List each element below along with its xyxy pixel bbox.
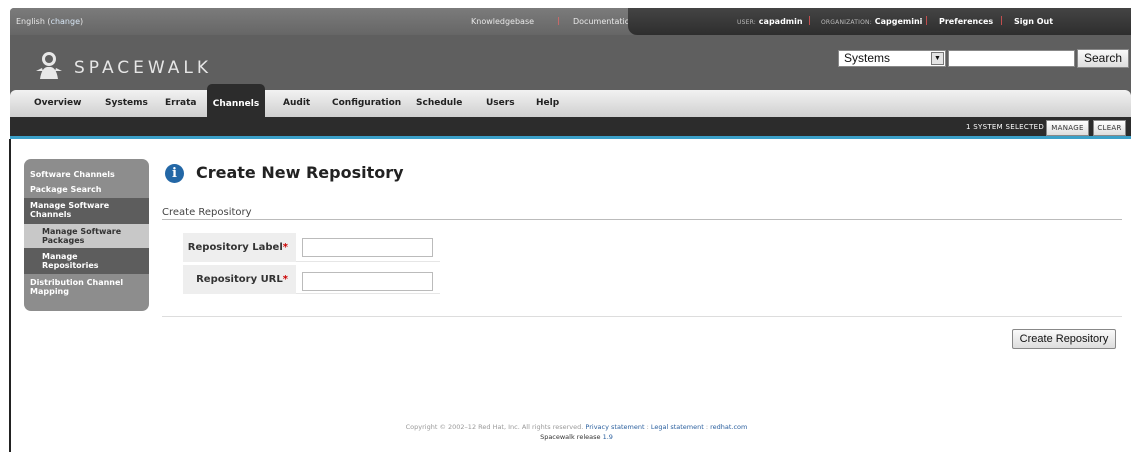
tab-channels[interactable]: Channels [207,84,265,117]
section-title: Create Repository [162,207,252,218]
tab-configuration[interactable]: Configuration [332,90,401,117]
redhat-link[interactable]: redhat.com [710,423,747,431]
repository-label-label: Repository Label* [183,233,296,262]
main-tab-bar: Overview Systems Errata Channels Audit C… [10,84,1131,117]
required-marker: * [282,242,288,253]
sidebar-item-manage-repositories[interactable]: Manage Repositories [24,248,149,274]
user-prefix: USER: [737,19,756,26]
sidebar-item-manage-software-channels[interactable]: Manage Software Channels [24,198,149,224]
user-bar-separator: | [808,16,812,26]
language-indicator: English (change) [16,17,84,26]
search-type-value: Systems [844,51,891,65]
tab-errata[interactable]: Errata [165,90,196,117]
repository-url-label: Repository URL* [183,265,296,294]
field-label-text: Repository Label [187,242,283,253]
tab-schedule[interactable]: Schedule [416,90,462,117]
repository-url-input[interactable] [302,272,433,291]
release-label: Spacewalk release [540,433,601,441]
tab-overview[interactable]: Overview [34,90,81,117]
clear-button[interactable]: CLEAR [1093,120,1126,136]
create-repository-button[interactable]: Create Repository [1012,329,1116,349]
documentation-link[interactable]: Documentation [573,17,635,26]
search-type-select[interactable]: Systems ▼ [838,50,946,67]
dropdown-arrow-icon[interactable]: ▼ [931,52,944,65]
search-button[interactable]: Search [1077,49,1129,68]
tab-help[interactable]: Help [536,90,559,117]
search-input[interactable] [948,50,1075,67]
user-name-link[interactable]: capadmin [759,17,803,26]
spacewalk-logo[interactable]: SPACEWALK [32,49,232,85]
section-divider [162,219,1122,220]
user-bar: USER: capadmin | ORGANIZATION: Capgemini… [628,8,1131,35]
sidebar-item-distribution-channel-mapping[interactable]: Distribution Channel Mapping [24,278,149,296]
legal-statement-link[interactable]: Legal statement [651,423,704,431]
user-bar-separator: | [1000,16,1004,26]
preferences-link[interactable]: Preferences [939,17,993,26]
user-info: USER: capadmin [737,17,803,26]
footer-release: Spacewalk release 1.9 [0,433,1131,441]
logo-wordmark: SPACEWALK [74,58,213,78]
page-title: Create New Repository [196,163,404,182]
footer-copyright: Copyright © 2002–12 Red Hat, Inc. All ri… [405,423,748,431]
language-label: English [16,17,45,26]
astronaut-icon [36,52,62,79]
manage-button[interactable]: MANAGE [1046,120,1089,136]
release-version-link[interactable]: 1.9 [603,433,613,441]
form-divider [162,316,1122,317]
privacy-statement-link[interactable]: Privacy statement [585,423,644,431]
sidebar-item-manage-software-packages[interactable]: Manage Software Packages [24,224,149,248]
tab-audit[interactable]: Audit [283,90,310,117]
sidebar-item-package-search[interactable]: Package Search [24,185,149,194]
header: English (change) Knowledgebase | Documen… [10,8,1131,139]
systems-selected-count: 1 SYSTEM SELECTED [966,123,1045,131]
sidebar-nav: Software Channels Package Search Manage … [24,159,149,311]
required-marker: * [282,274,288,285]
copyright-text: Copyright © 2002–12 Red Hat, Inc. All ri… [405,423,584,431]
knowledgebase-link[interactable]: Knowledgebase [471,17,534,26]
tab-users[interactable]: Users [486,90,515,117]
sign-out-link[interactable]: Sign Out [1014,17,1053,26]
organization-link[interactable]: Capgemini [875,17,923,26]
repository-label-input[interactable] [302,238,433,257]
sidebar-item-software-channels[interactable]: Software Channels [24,170,149,179]
system-selection-bar: 1 SYSTEM SELECTED MANAGE CLEAR [10,117,1131,139]
change-language-link[interactable]: change [51,17,80,26]
tab-systems[interactable]: Systems [105,90,148,117]
info-icon: i [165,164,184,183]
user-bar-separator: | [925,16,929,26]
page-left-border [9,139,11,452]
organization-info: ORGANIZATION: Capgemini [821,17,922,26]
utility-separator: | [557,16,560,25]
field-label-text: Repository URL [196,274,283,285]
organization-prefix: ORGANIZATION: [821,19,872,26]
